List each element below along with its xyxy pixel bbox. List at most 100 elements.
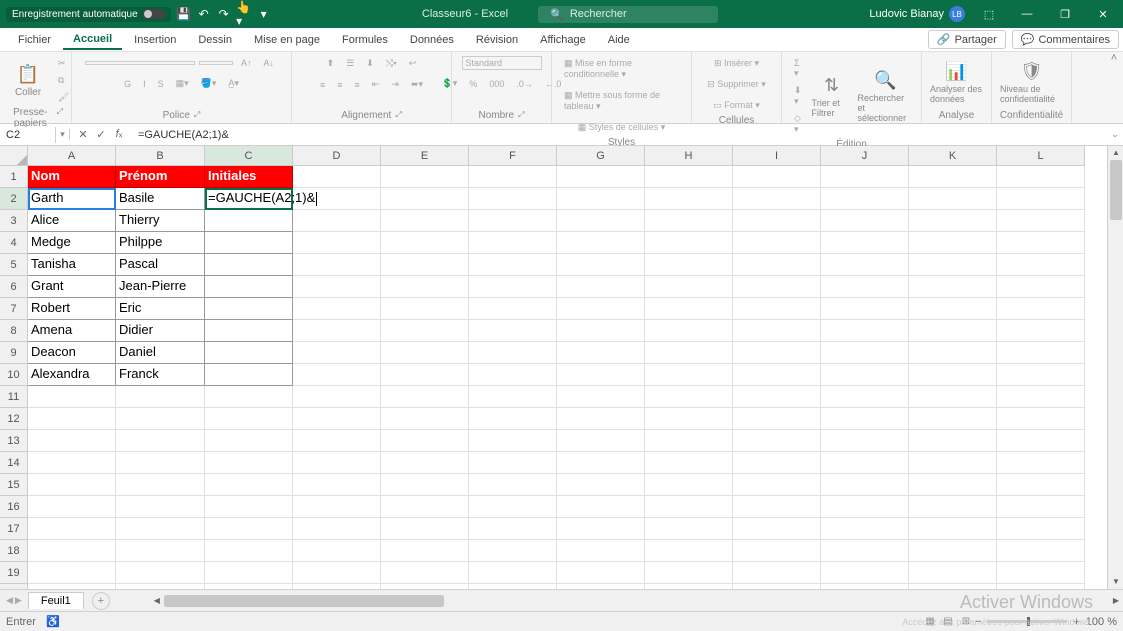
name-box-dropdown-icon[interactable]: ▾ bbox=[56, 129, 70, 140]
cell-B18[interactable] bbox=[116, 540, 205, 562]
cell-B9[interactable]: Daniel bbox=[116, 342, 205, 364]
fill-icon[interactable]: ⬇ ▾ bbox=[790, 83, 806, 109]
cell-K18[interactable] bbox=[909, 540, 997, 562]
borders-icon[interactable]: ▦▾ bbox=[172, 76, 193, 91]
tab-fichier[interactable]: Fichier bbox=[8, 31, 61, 49]
cell-I6[interactable] bbox=[733, 276, 821, 298]
zoom-in-icon[interactable]: + bbox=[1073, 616, 1079, 628]
copy-icon[interactable]: ⧉ bbox=[54, 73, 73, 88]
cell-F3[interactable] bbox=[469, 210, 557, 232]
cell-F17[interactable] bbox=[469, 518, 557, 540]
cell-I14[interactable] bbox=[733, 452, 821, 474]
cell-L4[interactable] bbox=[997, 232, 1085, 254]
cell-I1[interactable] bbox=[733, 166, 821, 188]
cell-B3[interactable]: Thierry bbox=[116, 210, 205, 232]
cell-L16[interactable] bbox=[997, 496, 1085, 518]
cell-E6[interactable] bbox=[381, 276, 469, 298]
cell-E20[interactable] bbox=[381, 584, 469, 589]
cell-L6[interactable] bbox=[997, 276, 1085, 298]
column-header-L[interactable]: L bbox=[997, 146, 1085, 166]
cell-C16[interactable] bbox=[205, 496, 293, 518]
cell-C2[interactable]: =GAUCHE(A2;1)& bbox=[205, 188, 293, 210]
cell-A14[interactable] bbox=[28, 452, 116, 474]
toggle-switch-icon[interactable] bbox=[143, 9, 165, 19]
cell-F1[interactable] bbox=[469, 166, 557, 188]
cell-K5[interactable] bbox=[909, 254, 997, 276]
cell-L14[interactable] bbox=[997, 452, 1085, 474]
cell-H14[interactable] bbox=[645, 452, 733, 474]
cell-K6[interactable] bbox=[909, 276, 997, 298]
cell-C13[interactable] bbox=[205, 430, 293, 452]
scroll-thumb[interactable] bbox=[164, 595, 444, 607]
decrease-font-icon[interactable]: A↓ bbox=[260, 56, 279, 70]
cell-B13[interactable] bbox=[116, 430, 205, 452]
cell-L7[interactable] bbox=[997, 298, 1085, 320]
dialog-launcher-icon[interactable]: ⤢ bbox=[395, 110, 401, 121]
decrease-indent-icon[interactable]: ⇤ bbox=[368, 77, 384, 92]
cell-F13[interactable] bbox=[469, 430, 557, 452]
row-header-18[interactable]: 18 bbox=[0, 540, 28, 562]
cell-C18[interactable] bbox=[205, 540, 293, 562]
cell-F8[interactable] bbox=[469, 320, 557, 342]
cell-D10[interactable] bbox=[293, 364, 381, 386]
zoom-out-icon[interactable]: − bbox=[975, 616, 981, 628]
cancel-formula-icon[interactable]: ✕ bbox=[74, 128, 92, 141]
page-break-view-icon[interactable]: ⊞ bbox=[957, 614, 975, 630]
merge-icon[interactable]: ⬌▾ bbox=[407, 77, 427, 92]
cell-G14[interactable] bbox=[557, 452, 645, 474]
cell-K10[interactable] bbox=[909, 364, 997, 386]
align-left-icon[interactable]: ≡ bbox=[316, 78, 329, 92]
cell-G8[interactable] bbox=[557, 320, 645, 342]
increase-decimal-icon[interactable]: .0→ bbox=[512, 77, 537, 91]
cell-G9[interactable] bbox=[557, 342, 645, 364]
underline-button[interactable]: S bbox=[154, 77, 168, 91]
comma-icon[interactable]: 000 bbox=[485, 77, 508, 91]
cell-K19[interactable] bbox=[909, 562, 997, 584]
column-header-K[interactable]: K bbox=[909, 146, 997, 166]
tab-accueil[interactable]: Accueil bbox=[63, 30, 122, 50]
close-button[interactable]: ✕ bbox=[1089, 4, 1117, 24]
tab-données[interactable]: Données bbox=[400, 31, 464, 49]
row-header-1[interactable]: 1 bbox=[0, 166, 28, 188]
cut-icon[interactable]: ✂ bbox=[54, 56, 73, 71]
italic-button[interactable]: I bbox=[139, 77, 150, 91]
row-header-13[interactable]: 13 bbox=[0, 430, 28, 452]
wrap-text-icon[interactable]: ↩ bbox=[405, 56, 421, 71]
cell-I19[interactable] bbox=[733, 562, 821, 584]
cell-E12[interactable] bbox=[381, 408, 469, 430]
cell-L5[interactable] bbox=[997, 254, 1085, 276]
cells-area[interactable]: NomPrénomInitialesGarthBasile=GAUCHE(A2;… bbox=[28, 166, 1085, 589]
cell-A12[interactable] bbox=[28, 408, 116, 430]
column-header-I[interactable]: I bbox=[733, 146, 821, 166]
cell-D8[interactable] bbox=[293, 320, 381, 342]
cell-C19[interactable] bbox=[205, 562, 293, 584]
cell-G20[interactable] bbox=[557, 584, 645, 589]
sheet-nav-prev-icon[interactable]: ◀ bbox=[6, 595, 13, 606]
cell-H15[interactable] bbox=[645, 474, 733, 496]
cell-E7[interactable] bbox=[381, 298, 469, 320]
row-header-16[interactable]: 16 bbox=[0, 496, 28, 518]
cell-D7[interactable] bbox=[293, 298, 381, 320]
insert-function-icon[interactable]: fₓ bbox=[110, 128, 128, 141]
row-header-14[interactable]: 14 bbox=[0, 452, 28, 474]
cell-G12[interactable] bbox=[557, 408, 645, 430]
cell-G11[interactable] bbox=[557, 386, 645, 408]
scroll-right-icon[interactable]: ▶ bbox=[1109, 594, 1123, 608]
column-header-A[interactable]: A bbox=[28, 146, 116, 166]
dialog-launcher-icon[interactable]: ⤢ bbox=[518, 110, 524, 121]
cell-G4[interactable] bbox=[557, 232, 645, 254]
align-top-icon[interactable]: ⬆ bbox=[323, 56, 339, 71]
cell-F7[interactable] bbox=[469, 298, 557, 320]
cell-B7[interactable]: Eric bbox=[116, 298, 205, 320]
paste-button[interactable]: 📋Coller bbox=[8, 64, 48, 98]
cell-C6[interactable] bbox=[205, 276, 293, 298]
column-header-F[interactable]: F bbox=[469, 146, 557, 166]
cell-G17[interactable] bbox=[557, 518, 645, 540]
cell-C12[interactable] bbox=[205, 408, 293, 430]
cell-A1[interactable]: Nom bbox=[28, 166, 116, 188]
font-size-dropdown[interactable] bbox=[199, 61, 233, 65]
insert-cells-button[interactable]: ⊞ Insérer ▾ bbox=[710, 56, 763, 71]
cell-J5[interactable] bbox=[821, 254, 909, 276]
cell-I12[interactable] bbox=[733, 408, 821, 430]
fill-color-icon[interactable]: 🪣▾ bbox=[197, 76, 221, 91]
